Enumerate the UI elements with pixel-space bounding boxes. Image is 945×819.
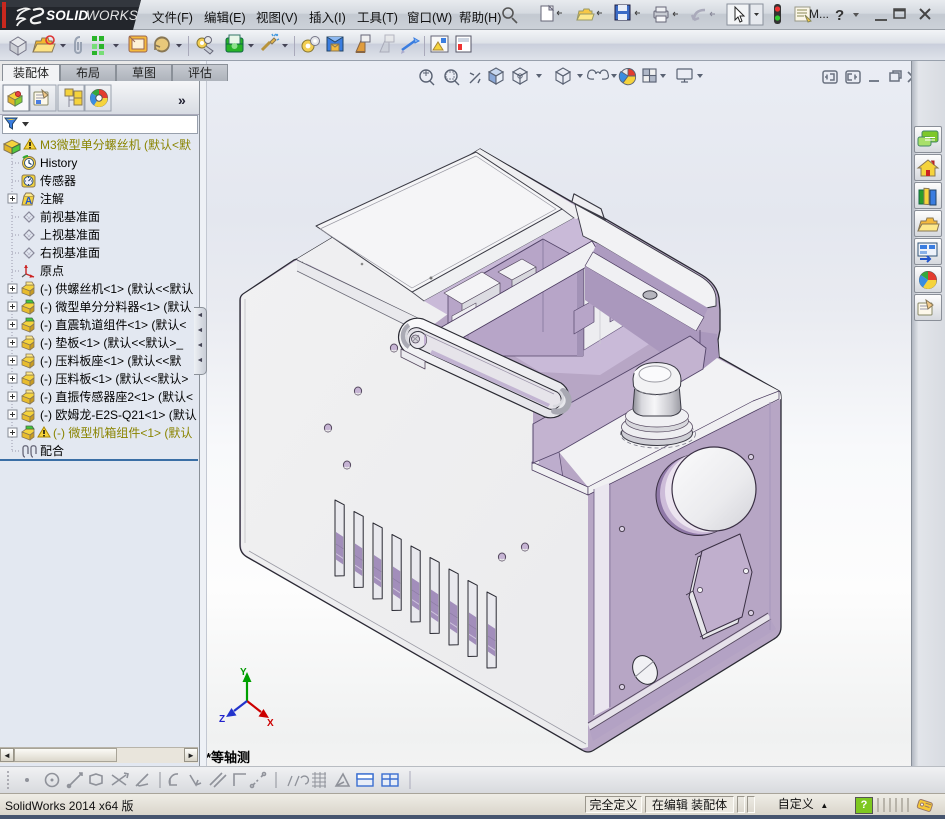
svg-text:(-) 压料板座<1> (默认<<默: (-) 压料板座<1> (默认<<默 (40, 353, 181, 368)
svg-text:»: » (178, 92, 186, 108)
svg-text:Z: Z (219, 714, 225, 725)
svg-text:注解: 注解 (40, 191, 64, 206)
svg-text:(-) 直震轨道组件<1> (默认<: (-) 直震轨道组件<1> (默认< (40, 317, 186, 332)
svg-text:WORKS: WORKS (86, 8, 138, 23)
svg-text:右视基准面: 右视基准面 (40, 245, 100, 260)
svg-text:X: X (267, 718, 274, 729)
svg-text:*等轴测: *等轴测 (206, 750, 250, 765)
svg-text:(-) 欧姆龙-E2S-Q21<1> (默认: (-) 欧姆龙-E2S-Q21<1> (默认 (40, 407, 197, 422)
svg-text:M3微型单分螺丝机 (默认<默: M3微型单分螺丝机 (默认<默 (40, 137, 191, 152)
svg-text:(-) 微型机箱组件<1> (默认: (-) 微型机箱组件<1> (默认 (53, 425, 192, 440)
svg-text:A: A (25, 196, 32, 207)
svg-text:Y: Y (240, 667, 247, 678)
svg-text:传感器: 传感器 (40, 173, 76, 188)
svg-text:History: History (40, 156, 77, 170)
svg-text:?: ? (835, 7, 844, 24)
svg-text:(-) 垫板<1> (默认<<默认>_: (-) 垫板<1> (默认<<默认>_ (40, 335, 183, 350)
svg-text:M...: M... (809, 7, 829, 21)
svg-text:(-) 直振传感器座2<1> (默认<: (-) 直振传感器座2<1> (默认< (40, 389, 193, 404)
svg-text:SOLID: SOLID (46, 8, 88, 23)
svg-text:上视基准面: 上视基准面 (40, 227, 100, 242)
svg-text:配合: 配合 (40, 443, 64, 458)
svg-text:前视基准面: 前视基准面 (40, 209, 100, 224)
svg-text:(-) 供螺丝机<1> (默认<<默认: (-) 供螺丝机<1> (默认<<默认 (40, 281, 193, 296)
svg-text:(-) 压料板<1> (默认<<默认>: (-) 压料板<1> (默认<<默认> (40, 371, 188, 386)
svg-text:(-) 微型单分分料器<1> (默认: (-) 微型单分分料器<1> (默认 (40, 299, 191, 314)
svg-text:原点: 原点 (40, 264, 64, 278)
